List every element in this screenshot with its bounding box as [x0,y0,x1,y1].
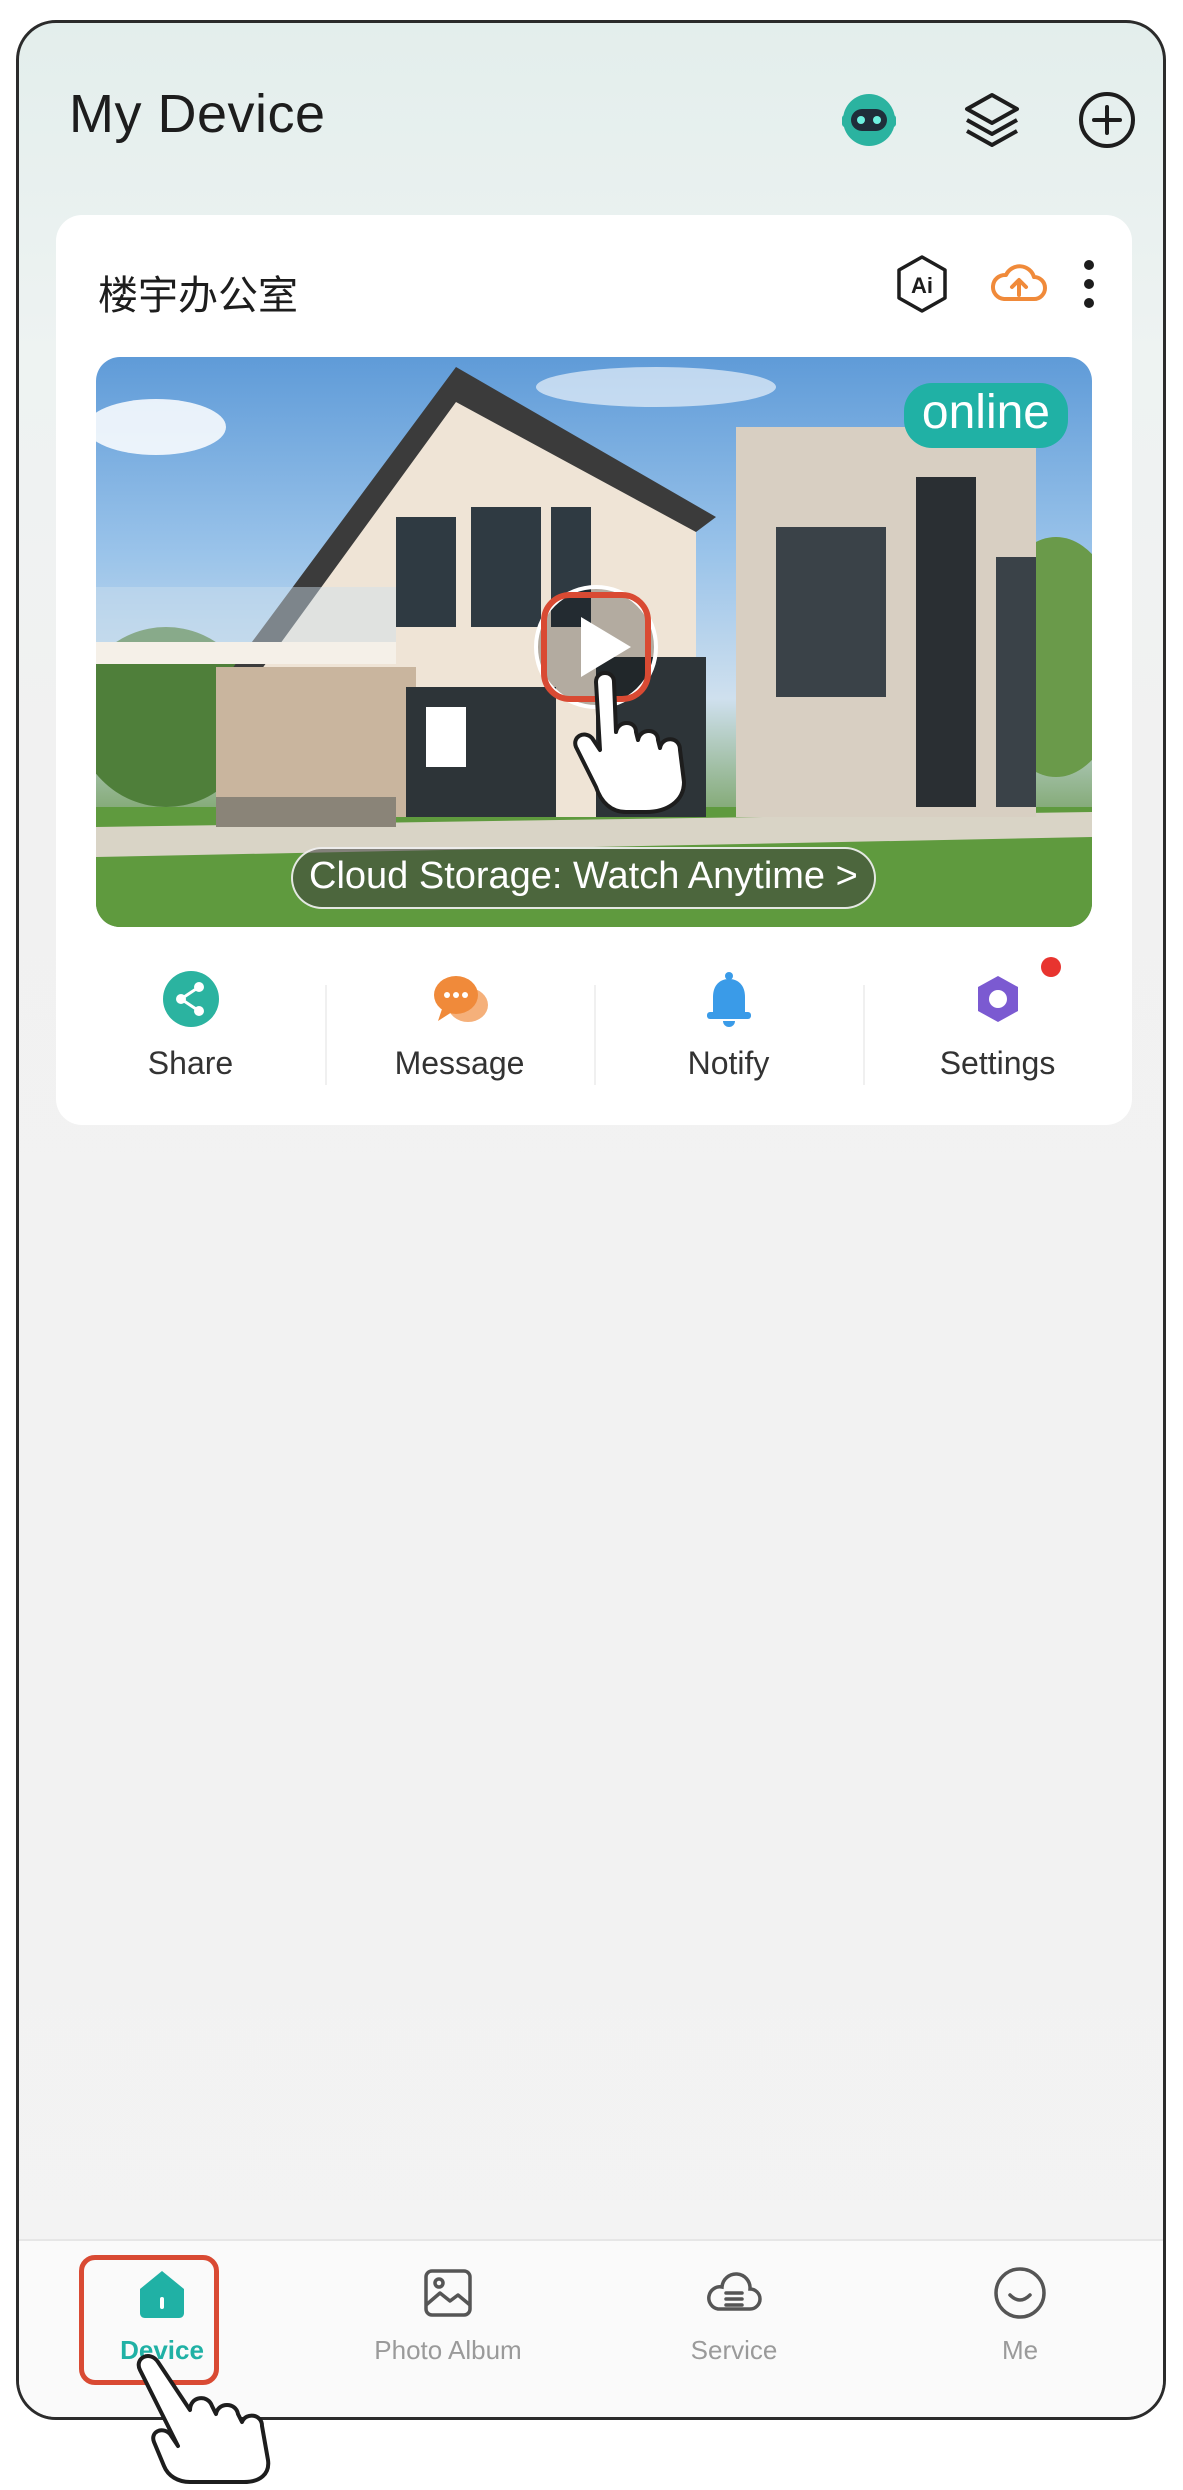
nav-label: Me [1001,2335,1039,2365]
bell-icon [697,967,761,1031]
notify-label: Notify [687,1045,770,1081]
nav-label: Photo Album [374,2335,522,2365]
photo-icon [418,2263,478,2323]
share-label: Share [147,1045,234,1081]
settings-notification-dot [1041,957,1061,977]
layers-icon[interactable] [957,85,1027,155]
settings-button[interactable]: Settings [863,955,1132,1095]
nav-label: Service [690,2335,778,2365]
ai-icon[interactable]: Ai [889,251,955,317]
phone-frame: My Device 楼宇办公室 Ai online Cloud Storage:… [16,20,1166,2420]
device-card[interactable]: 楼宇办公室 Ai online Cloud Storage: Watch Any… [56,215,1132,1125]
online-status-badge: online [903,383,1068,448]
more-options-icon[interactable] [1069,251,1109,317]
nav-me[interactable]: Me [877,2241,1163,2417]
smile-icon [990,2263,1050,2323]
share-icon [159,967,223,1031]
message-button[interactable]: Message [325,955,594,1095]
message-label: Message [394,1045,525,1081]
assistant-bot-icon[interactable] [834,85,904,155]
header: My Device [19,23,1163,213]
page-title: My Device [69,84,326,144]
pointing-hand-icon [566,662,716,817]
nav-service[interactable]: Service [591,2241,877,2417]
pointing-hand-icon [120,2350,310,2485]
message-icon [428,967,492,1031]
svg-text:Ai: Ai [911,273,933,298]
service-icon [704,2263,764,2323]
notify-button[interactable]: Notify [594,955,863,1095]
device-actions: Share Message Notify Settings [56,955,1132,1095]
cloud-upload-icon[interactable] [986,251,1052,317]
nav-photo-album[interactable]: Photo Album [305,2241,591,2417]
add-device-icon[interactable] [1072,85,1142,155]
gear-icon [966,967,1030,1031]
settings-label: Settings [939,1045,1056,1081]
share-button[interactable]: Share [56,955,325,1095]
cloud-storage-banner[interactable]: Cloud Storage: Watch Anytime > [291,847,876,909]
device-name: 楼宇办公室 [98,274,298,318]
camera-preview[interactable]: online Cloud Storage: Watch Anytime > [96,357,1092,927]
